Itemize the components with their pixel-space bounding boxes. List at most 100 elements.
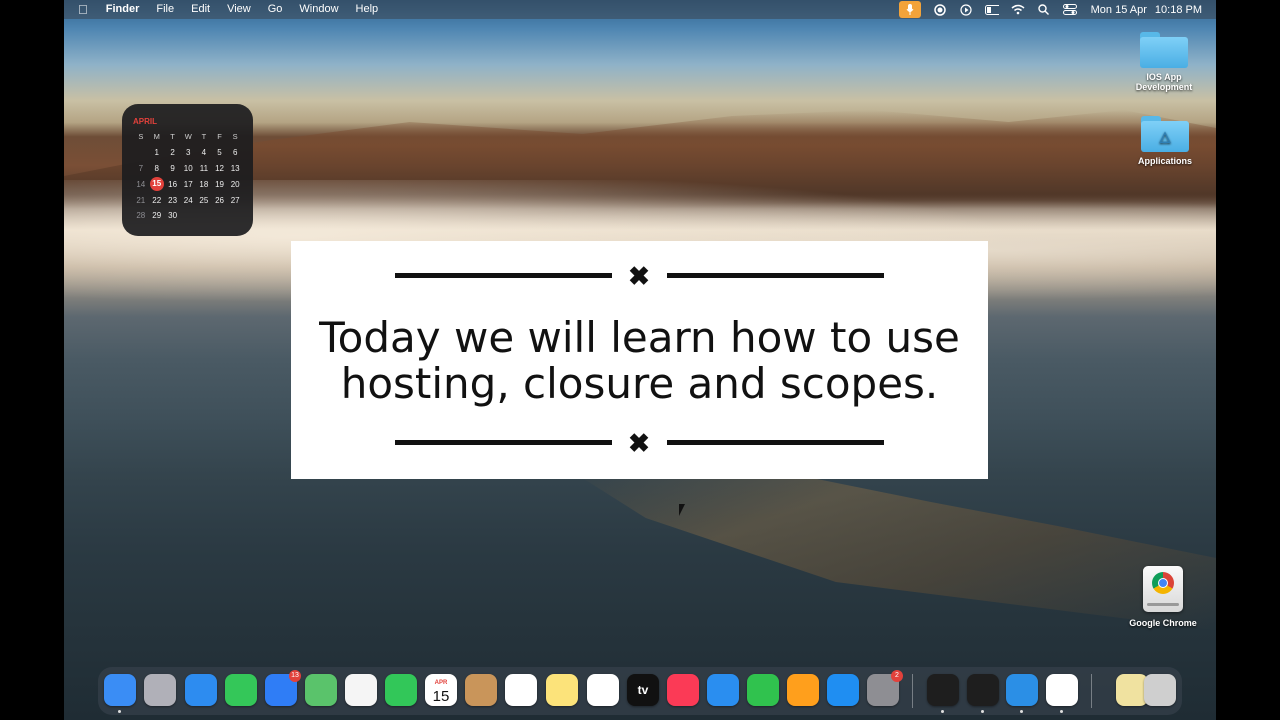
divider-line (667, 273, 884, 278)
calendar-day: 1 (154, 148, 159, 158)
title-card: ✖ Today we will learn how to use hosting… (291, 241, 988, 479)
settings-icon[interactable]: 2 (867, 670, 903, 706)
calendar-day: 14 (136, 179, 146, 189)
desktop-icon-label: Google Chrome (1129, 618, 1197, 628)
desktop-icon-label: IOS App Development (1135, 72, 1193, 92)
menu-edit[interactable]: Edit (191, 0, 210, 19)
running-indicator (941, 710, 944, 713)
weekday-label: S (138, 132, 144, 142)
calendar-day: 13 (230, 163, 240, 173)
cross-icon: ✖ (628, 428, 650, 458)
pages-icon[interactable] (787, 674, 819, 706)
calendar-day: 2 (170, 148, 175, 158)
launchpad-icon[interactable] (144, 674, 176, 706)
cross-icon: ✖ (628, 261, 650, 291)
maps-icon[interactable] (305, 674, 337, 706)
chrome-icon[interactable] (1046, 674, 1078, 706)
calendar-day (196, 208, 212, 224)
reminders-icon[interactable] (505, 674, 537, 706)
microphone-icon[interactable] (898, 1, 921, 18)
menu-app-name[interactable]: Finder (106, 0, 140, 19)
desktop-folder-applications[interactable]: △ Applications (1123, 116, 1207, 166)
wifi-icon[interactable] (1011, 3, 1025, 17)
calendar-day: 7 (138, 163, 144, 173)
calendar-day: 23 (168, 195, 178, 205)
mouse-cursor (679, 504, 691, 516)
calendar-day: 21 (136, 195, 146, 205)
music-icon[interactable] (667, 674, 699, 706)
calendar-day: 10 (183, 163, 193, 173)
search-icon[interactable] (1037, 3, 1051, 17)
calendar-today: 15 (149, 176, 165, 192)
title-line-1: Today we will learn how to use (319, 313, 960, 362)
keynote-icon[interactable] (707, 674, 739, 706)
calendar-day: 11 (199, 163, 209, 173)
menu-window[interactable]: Window (299, 0, 338, 19)
freeform-icon[interactable] (587, 674, 619, 706)
divider-line (395, 440, 612, 445)
menu-date[interactable]: Mon 15 Apr (1091, 4, 1147, 16)
app-store-icon[interactable] (827, 674, 859, 706)
menu-view[interactable]: View (227, 0, 251, 19)
weekday-label: W (184, 132, 192, 142)
menu-help[interactable]: Help (356, 0, 379, 19)
terminal-green-icon[interactable] (927, 674, 959, 706)
notes-icon[interactable] (546, 674, 578, 706)
finder-icon[interactable] (104, 674, 136, 706)
messages-icon[interactable] (225, 674, 257, 706)
weekday-label: T (201, 132, 207, 142)
trash-icon[interactable] (1144, 674, 1176, 706)
calendar-day: 12 (215, 163, 224, 173)
calendar-widget[interactable]: APRIL S M T W T F S 1 2 3 4 5 6 7 8 9 10… (122, 104, 253, 236)
mail-icon[interactable]: 13 (265, 670, 301, 706)
dock-separator (1091, 674, 1092, 708)
terminal-icon[interactable] (967, 674, 999, 706)
calendar-day: 26 (215, 195, 224, 205)
menu-bar:  Finder File Edit View Go Window Help M… (64, 0, 1216, 19)
calendar-day: 24 (183, 195, 193, 205)
desktop-folder-ios-app-development[interactable]: IOS App Development (1122, 32, 1206, 92)
calendar-day: 19 (215, 179, 224, 189)
facetime-icon[interactable] (385, 674, 417, 706)
calendar-day: 3 (186, 148, 191, 158)
notification-badge: 2 (891, 670, 903, 682)
desktop-disk-google-chrome[interactable]: Google Chrome (1121, 566, 1205, 628)
divider-line (667, 440, 884, 445)
calendar-day: 6 (232, 148, 238, 158)
chrome-disk-icon (1143, 566, 1183, 612)
safari-icon[interactable] (185, 674, 217, 706)
menu-go[interactable]: Go (268, 0, 283, 19)
calendar-icon-day: 15 (432, 688, 450, 705)
calendar-day: 5 (217, 148, 222, 158)
photos-icon[interactable] (345, 674, 377, 706)
calendar-day: 29 (152, 211, 162, 221)
weekday-label: F (217, 132, 222, 142)
control-center-icon[interactable] (1062, 3, 1077, 17)
calendar-day (212, 208, 228, 224)
menu-time[interactable]: 10:18 PM (1155, 4, 1202, 16)
battery-icon[interactable] (984, 3, 999, 17)
calendar-icon[interactable]: APR 15 (425, 674, 457, 706)
calendar-grid: S M T W T F S 1 2 3 4 5 6 7 8 9 10 11 12… (133, 129, 243, 224)
calendar-day: 28 (136, 211, 146, 221)
calendar-day: 22 (152, 195, 162, 205)
play-icon[interactable] (959, 3, 973, 17)
apple-menu-icon[interactable]:  (78, 0, 88, 19)
weekday-label: T (170, 132, 175, 142)
calendar-day: 16 (168, 179, 178, 189)
record-icon[interactable] (933, 3, 947, 17)
running-indicator (981, 710, 984, 713)
menu-file[interactable]: File (156, 0, 174, 19)
calendar-day: 20 (230, 179, 240, 189)
contacts-icon[interactable] (465, 674, 497, 706)
calendar-day: 18 (199, 179, 209, 189)
desktop-icon-label: Applications (1137, 156, 1192, 166)
numbers-icon[interactable] (747, 674, 779, 706)
vscode-icon[interactable] (1006, 674, 1038, 706)
dock-separator (912, 674, 913, 708)
tv-icon[interactable]: tv (627, 674, 659, 706)
weekday-label: M (153, 132, 160, 142)
running-indicator (1020, 710, 1023, 713)
calendar-day: 30 (168, 211, 178, 221)
title-text: Today we will learn how to use hosting, … (291, 315, 988, 407)
